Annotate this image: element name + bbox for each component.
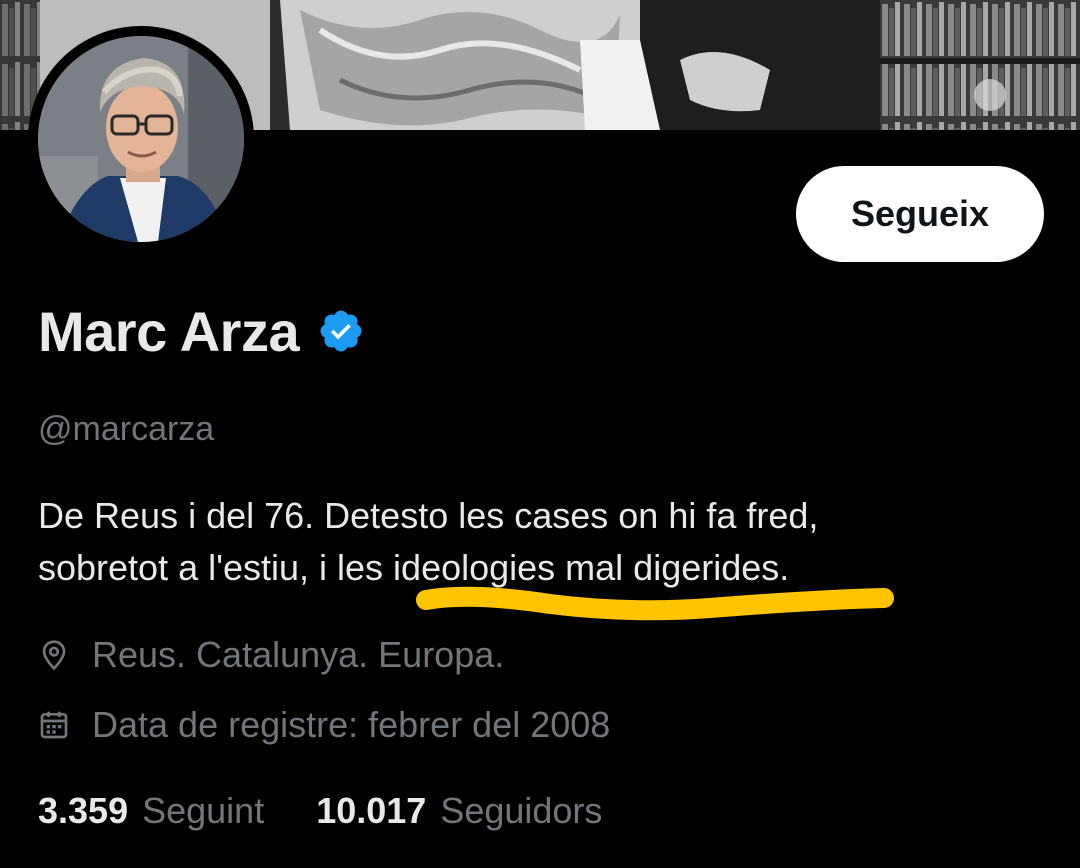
map-pin-icon [42, 640, 66, 671]
follow-button[interactable]: Segueix [796, 166, 1044, 262]
followers-label: Seguidors [440, 790, 603, 831]
calendar-icon [40, 711, 68, 739]
user-handle: @marcarza [38, 410, 215, 448]
following-link[interactable]: 3.359 Seguint [38, 790, 264, 832]
profile-join-date: Data de registre: febrer del 2008 [38, 704, 610, 746]
profile-stats: 3.359 Seguint 10.017 Seguidors [38, 790, 602, 832]
join-date-text: Data de registre: febrer del 2008 [92, 704, 611, 745]
bio-line: sobretot a l'estiu, i les ideologies mal… [38, 547, 790, 588]
name-row: Marc Arza [38, 296, 365, 366]
followers-count: 10.017 [316, 790, 427, 831]
profile-location: Reus. Catalunya. Europa. [38, 634, 504, 676]
followers-link[interactable]: 10.017 Seguidors [316, 790, 602, 832]
bio-line: De Reus i del 76. Detesto les cases on h… [38, 495, 819, 536]
avatar-image [38, 36, 244, 242]
display-name: Marc Arza [38, 299, 300, 363]
location-text: Reus. Catalunya. Europa. [92, 634, 505, 675]
verified-badge-icon[interactable] [317, 307, 365, 355]
profile-bio: De Reus i del 76. Detesto les cases on h… [38, 490, 1038, 594]
following-count: 3.359 [38, 790, 129, 831]
avatar[interactable] [38, 36, 244, 242]
following-label: Seguint [142, 790, 265, 831]
